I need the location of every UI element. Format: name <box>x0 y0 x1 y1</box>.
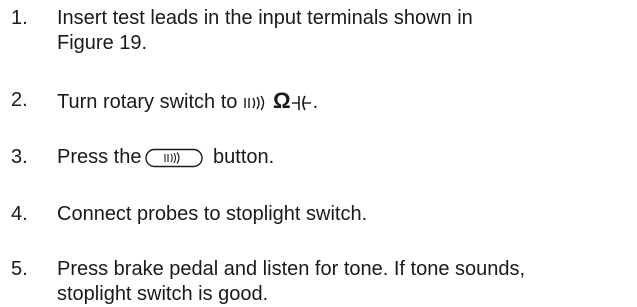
step-number: 5. <box>11 258 28 280</box>
continuity-button-icon <box>145 148 204 167</box>
ohm-symbol: Ω <box>272 88 291 113</box>
step-text-after: . <box>312 91 319 113</box>
step-number: 2. <box>11 89 28 111</box>
step-text-line: Insert test leads in the input terminals… <box>57 7 473 29</box>
step-text: Insert test leads in the input terminals… <box>57 6 632 56</box>
step-text-before: Turn rotary switch to <box>57 91 243 113</box>
step-number: 4. <box>11 203 28 225</box>
step-text-before: Press the <box>57 146 142 168</box>
step-text: Connect probes to stoplight switch. <box>57 202 632 227</box>
step-text-line: Connect probes to stoplight switch. <box>57 203 368 225</box>
step-number: 3. <box>11 146 28 168</box>
step-text: Press brake pedal and listen for tone. I… <box>57 257 632 307</box>
step-text-after: button. <box>207 146 275 168</box>
step-text: Press the button. <box>57 145 632 170</box>
step-text-line: Press brake pedal and listen for tone. I… <box>57 258 526 280</box>
step-text-line: Press the button. <box>57 145 632 170</box>
step-text-line: stoplight switch is good. <box>57 283 269 305</box>
instruction-steps: 1. Insert test leads in the input termin… <box>0 0 637 305</box>
step-number: 1. <box>11 7 28 29</box>
capacitor-icon <box>291 95 311 111</box>
continuity-beeper-icon <box>244 95 265 111</box>
step-text-line: Figure 19. <box>57 32 148 54</box>
step-text: Turn rotary switch to Ω. <box>57 88 632 115</box>
step-text-line: Turn rotary switch to Ω. <box>57 88 632 115</box>
